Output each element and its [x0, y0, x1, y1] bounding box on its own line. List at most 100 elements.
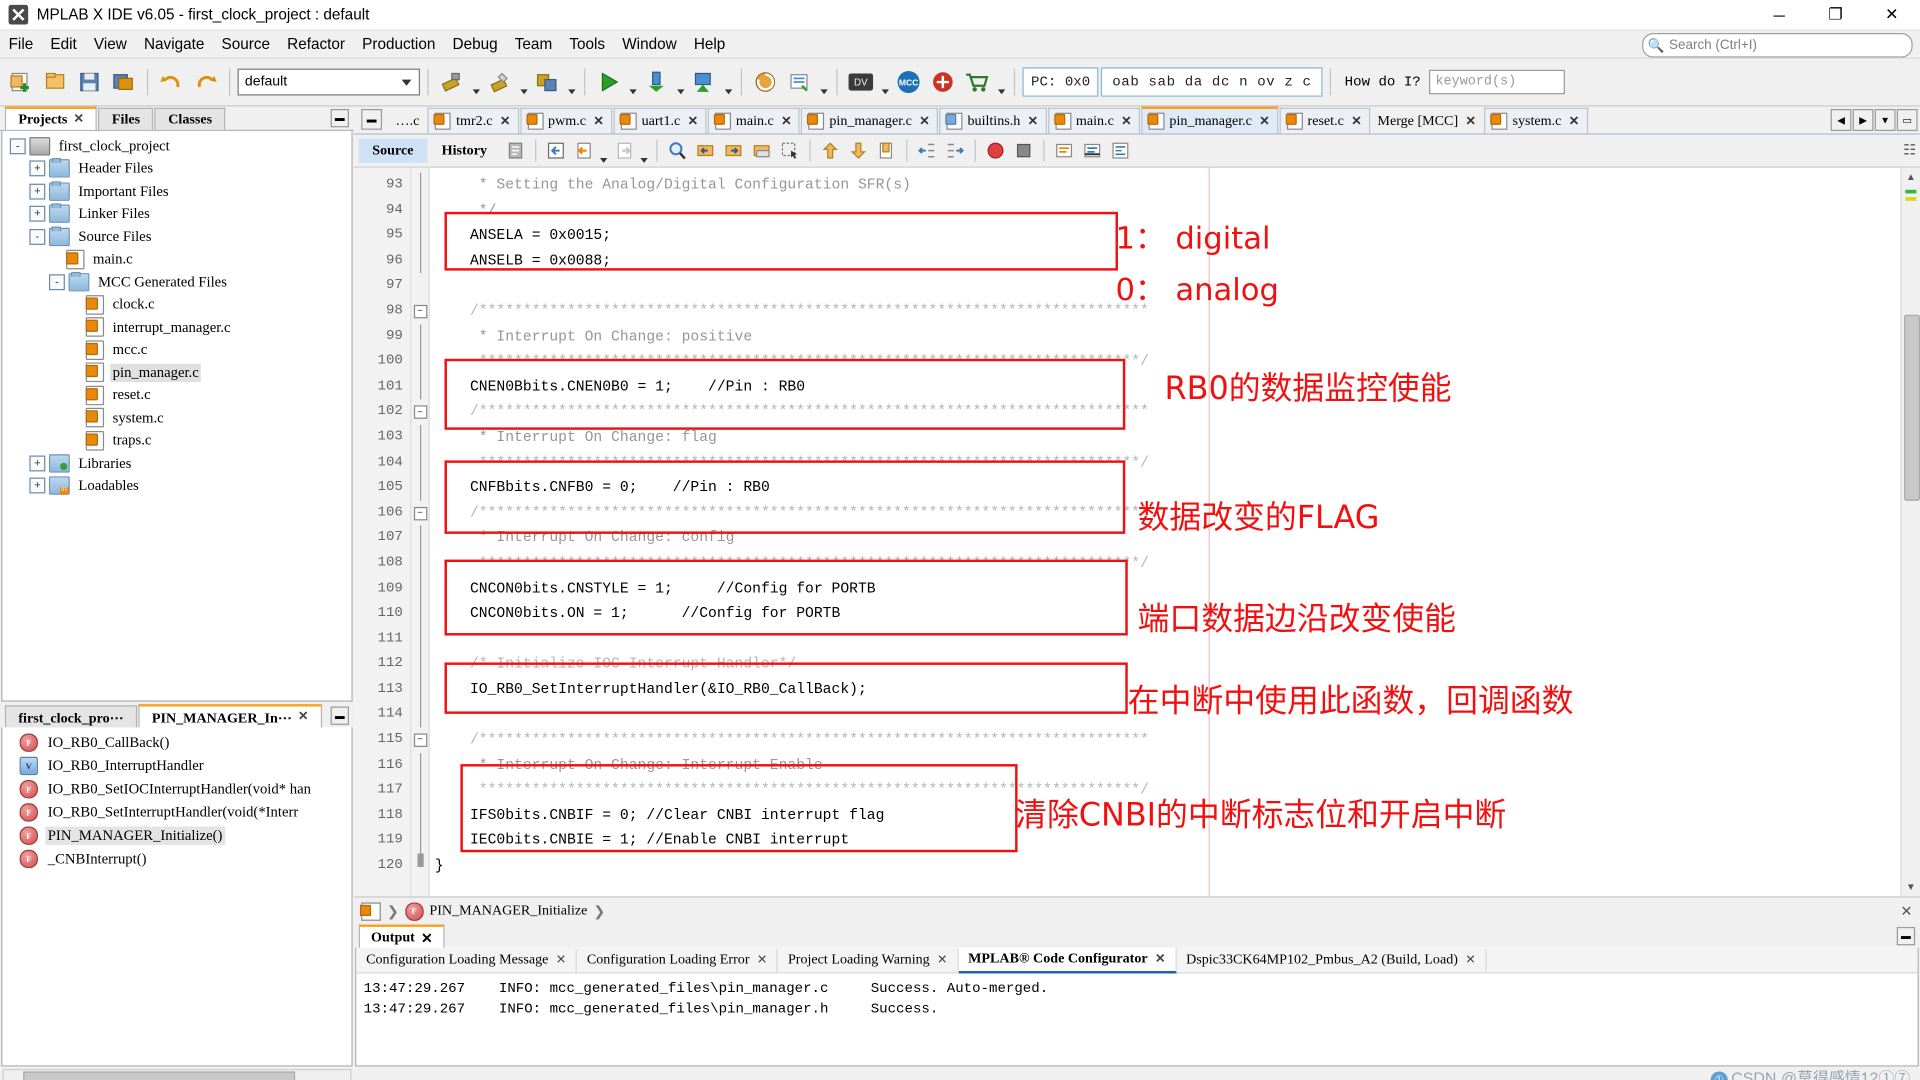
list-item[interactable]: F PIN_MANAGER_Initialize() [2, 824, 351, 847]
close-icon[interactable]: ✕ [1351, 114, 1361, 127]
project-tree[interactable]: - first_clock_project + Header Files + I… [1, 131, 353, 702]
scroll-thumb[interactable] [23, 1071, 296, 1080]
comment-icon[interactable] [1050, 137, 1077, 164]
next-bookmark-icon[interactable] [845, 137, 872, 164]
tree-node-project[interactable]: - first_clock_project [2, 135, 351, 158]
breakpoint-icon[interactable] [982, 137, 1009, 164]
tab-pin-manager-initialize[interactable]: PIN_MANAGER_In⋯ ✕ [138, 704, 322, 728]
close-icon[interactable]: ✕ [1259, 114, 1269, 127]
close-icon[interactable]: ✕ [1121, 114, 1131, 127]
minimize-explorer-button[interactable]: ▬ [330, 108, 349, 128]
tree-node-main-c[interactable]: main.c [2, 248, 351, 271]
scroll-tabs-left-button[interactable]: ◀ [1830, 108, 1852, 132]
expander-icon[interactable]: - [29, 228, 46, 245]
list-item[interactable]: F IO_RB0_CallBack() [2, 731, 351, 754]
last-edit-icon[interactable] [542, 137, 569, 164]
expand-editor-icon[interactable]: ☷ [1903, 141, 1916, 158]
minimize-navigator-button[interactable]: ▬ [330, 706, 349, 725]
stop-icon[interactable] [1010, 137, 1037, 164]
refresh-dropdown[interactable] [818, 62, 829, 101]
scroll-up-arrow[interactable]: ▲ [1901, 167, 1920, 187]
back-icon[interactable] [570, 137, 597, 164]
close-icon[interactable]: ✕ [500, 114, 510, 127]
editor-tab-system-c[interactable]: system.c ✕ [1484, 107, 1588, 134]
new-file-button[interactable] [39, 66, 71, 98]
undo-button[interactable] [156, 66, 188, 98]
editor-tab-uart1-c[interactable]: uart1.c ✕ [613, 107, 707, 134]
tree-node-reset-c[interactable]: reset.c [2, 384, 351, 407]
menu-team[interactable]: Team [506, 33, 561, 55]
forward-dropdown[interactable] [639, 131, 650, 170]
toggle-highlight-icon[interactable] [748, 137, 775, 164]
menu-production[interactable]: Production [354, 33, 444, 55]
tab-projects[interactable]: Projects ✕ [4, 106, 98, 130]
editor-tab-truncated[interactable]: ….c [389, 108, 427, 134]
build-all-dropdown[interactable] [566, 62, 577, 101]
breadcrumb-function[interactable]: PIN_MANAGER_Initialize [429, 904, 587, 919]
editor-tab-merge-mcc[interactable]: Merge [MCC] ✕ [1371, 108, 1484, 134]
howdoi-input[interactable]: keyword(s) [1429, 69, 1566, 95]
list-item[interactable]: F _CNBInterrupt() [2, 847, 351, 870]
save-all-button[interactable] [108, 66, 140, 98]
tree-node-system-c[interactable]: system.c [2, 407, 351, 430]
tree-horizontal-scrollbar[interactable] [2, 1068, 352, 1080]
maximize-button[interactable]: ❐ [1807, 0, 1863, 29]
tree-node-traps-c[interactable]: traps.c [2, 429, 351, 452]
output-subtab-build-load[interactable]: Dspic33CK64MP102_Pmbus_A2 (Build, Load) … [1176, 948, 1487, 972]
view-tab-history[interactable]: History [428, 138, 500, 162]
minimize-editor-button[interactable]: ▬ [361, 108, 383, 130]
close-icon[interactable]: ✕ [1900, 902, 1912, 920]
tree-node-important-files[interactable]: + Important Files [2, 180, 351, 203]
code-editor[interactable]: 93 94 95 96 97 98 99 100 101 102 103 104… [353, 167, 1920, 897]
scroll-tabs-right-button[interactable]: ▶ [1852, 108, 1874, 132]
dv-button[interactable]: DV [845, 66, 877, 98]
editor-vertical-scrollbar[interactable]: ▲ ▼ [1900, 167, 1920, 897]
uncomment-icon[interactable] [1078, 137, 1105, 164]
find-previous-icon[interactable] [691, 137, 718, 164]
output-subtab-config-loading-error[interactable]: Configuration Loading Error ✕ [577, 948, 779, 972]
dv-dropdown[interactable] [879, 62, 890, 101]
menu-edit[interactable]: Edit [42, 33, 86, 55]
editor-tab-builtins-h[interactable]: builtins.h ✕ [939, 107, 1047, 134]
list-item[interactable]: F IO_RB0_SetIOCInterruptHandler(void* ha… [2, 778, 351, 801]
tree-node-interrupt-manager-c[interactable]: interrupt_manager.c [2, 316, 351, 339]
shift-left-icon[interactable] [913, 137, 940, 164]
minimize-button[interactable]: ─ [1751, 0, 1807, 29]
expander-icon[interactable]: + [29, 160, 46, 177]
scroll-down-arrow[interactable]: ▼ [1901, 877, 1920, 897]
view-tab-source[interactable]: Source [358, 138, 427, 163]
debug-dropdown[interactable] [675, 62, 686, 101]
tree-node-libraries[interactable]: + Libraries [2, 452, 351, 475]
close-icon[interactable]: ✕ [1569, 114, 1579, 127]
close-button[interactable]: ✕ [1864, 0, 1920, 29]
expander-icon[interactable]: + [29, 183, 46, 200]
search-input[interactable]: 🔍 Search (Ctrl+I) [1642, 33, 1913, 58]
list-item[interactable]: F IO_RB0_SetInterruptHandler(void(*Inter… [2, 801, 351, 824]
clean-build-button[interactable] [484, 66, 516, 98]
run-dropdown[interactable] [627, 62, 638, 101]
tab-files[interactable]: Files [98, 107, 154, 130]
configuration-select[interactable]: default [237, 68, 421, 96]
code-fold-column[interactable]: − − − − [411, 167, 430, 897]
editor-tab-pwm-c[interactable]: pwm.c ✕ [519, 107, 613, 134]
mplab-store-button[interactable] [927, 66, 959, 98]
close-icon[interactable]: ✕ [593, 114, 603, 127]
cart-button[interactable] [961, 66, 993, 98]
hold-reset-button[interactable] [749, 66, 781, 98]
fold-toggle[interactable]: − [411, 727, 428, 752]
tree-node-clock-c[interactable]: clock.c [2, 293, 351, 316]
tab-classes[interactable]: Classes [154, 107, 226, 130]
editor-tab-tmr2-c[interactable]: tmr2.c ✕ [427, 107, 519, 134]
program-device-button[interactable] [688, 66, 720, 98]
tree-node-mcc-generated[interactable]: - MCC Generated Files [2, 271, 351, 294]
expander-icon[interactable]: + [29, 455, 46, 472]
editor-tab-main-c-2[interactable]: main.c ✕ [1047, 107, 1141, 134]
toggle-bookmark-icon[interactable] [873, 137, 900, 164]
program-dropdown[interactable] [722, 62, 733, 101]
editor-tab-pin-manager-c-1[interactable]: pin_manager.c ✕ [801, 107, 939, 134]
minimize-output-button[interactable]: ▬ [1896, 926, 1916, 946]
tab-list-button[interactable]: ▼ [1874, 108, 1896, 132]
menu-refactor[interactable]: Refactor [279, 33, 354, 55]
expander-icon[interactable]: - [48, 273, 65, 290]
close-icon[interactable]: ✕ [937, 953, 947, 966]
